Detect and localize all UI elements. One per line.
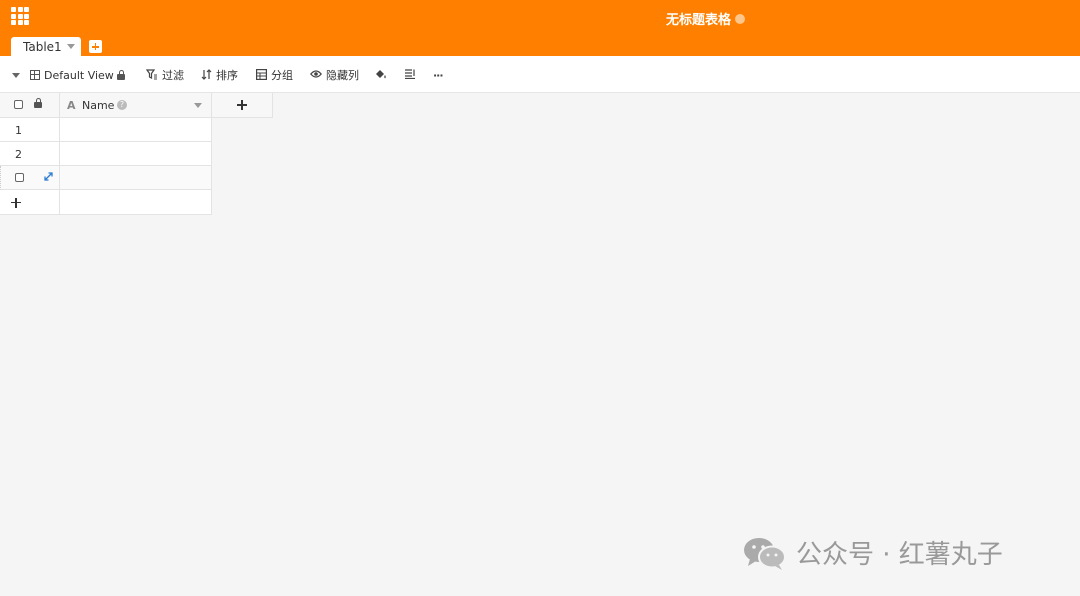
group-button[interactable]: 分组 — [256, 68, 293, 82]
row-number: 2 — [15, 148, 22, 161]
view-name: Default View — [44, 68, 114, 82]
row-header[interactable]: 2 — [0, 142, 60, 166]
chevron-down-icon[interactable] — [194, 103, 202, 108]
filter-icon — [145, 68, 158, 82]
expand-row-icon[interactable] — [44, 172, 53, 181]
table-title-text[interactable]: 无标题表格 — [666, 9, 731, 28]
filter-button[interactable]: 过滤 — [145, 68, 184, 82]
group-icon — [256, 68, 268, 82]
view-switcher[interactable]: Default View — [12, 68, 114, 82]
chevron-down-icon[interactable] — [66, 44, 75, 49]
tab-label: Table1 — [23, 39, 62, 54]
column-name: Name — [82, 99, 115, 112]
select-all-checkbox[interactable] — [14, 100, 23, 109]
lock-view-button[interactable] — [117, 68, 125, 82]
header-select-cell — [0, 93, 60, 118]
caret-down-icon — [12, 72, 20, 78]
hide-columns-label: 隐藏列 — [326, 69, 359, 82]
add-row-button[interactable] — [0, 190, 60, 215]
row-select-checkbox[interactable] — [15, 173, 24, 182]
apps-grid-icon[interactable] — [11, 7, 29, 25]
add-column-button[interactable] — [212, 93, 273, 118]
plus-icon-stroke — [15, 197, 17, 208]
lock-icon[interactable] — [34, 98, 42, 108]
tab-table1[interactable]: Table1 — [11, 37, 81, 56]
row-height-icon — [405, 69, 416, 81]
filter-label: 过滤 — [162, 69, 184, 82]
view-toolbar: Default View 过滤 排序 分组 隐藏列 ··· — [0, 56, 1080, 93]
plus-icon-stroke — [241, 99, 243, 110]
table-cell[interactable] — [60, 118, 212, 142]
row-color-button[interactable] — [375, 68, 387, 82]
hide-columns-button[interactable]: 隐藏列 — [310, 68, 359, 82]
lock-icon — [117, 70, 125, 80]
table-title[interactable]: 无标题表格 — [666, 9, 746, 28]
wechat-icon — [744, 537, 786, 570]
row-height-button[interactable] — [405, 68, 416, 82]
group-label: 分组 — [271, 69, 293, 82]
table-cell[interactable] — [60, 166, 212, 190]
row-header[interactable]: 1 — [0, 118, 60, 142]
column-header-name[interactable]: A Name ? — [60, 93, 212, 118]
sort-icon — [201, 68, 212, 82]
sort-label: 排序 — [216, 69, 238, 82]
table-view-icon — [30, 70, 40, 80]
title-info-icon[interactable] — [735, 13, 746, 24]
more-icon: ··· — [433, 68, 444, 82]
table-cell[interactable] — [60, 142, 212, 166]
watermark: 公众号 · 红薯丸子 — [742, 534, 1003, 571]
row-number: 1 — [15, 124, 22, 137]
text-field-icon: A — [67, 99, 76, 112]
row-header-hover[interactable] — [0, 166, 60, 190]
paint-bucket-icon — [375, 69, 387, 82]
help-icon[interactable]: ? — [117, 100, 127, 110]
top-bar: 无标题表格 Table1 — [0, 0, 1080, 56]
more-button[interactable]: ··· — [433, 68, 444, 82]
sort-button[interactable]: 排序 — [201, 68, 238, 82]
watermark-text: 公众号 · 红薯丸子 — [796, 540, 1003, 570]
eye-icon — [310, 69, 322, 81]
add-row-area[interactable] — [60, 190, 212, 215]
add-table-button[interactable] — [89, 40, 102, 53]
